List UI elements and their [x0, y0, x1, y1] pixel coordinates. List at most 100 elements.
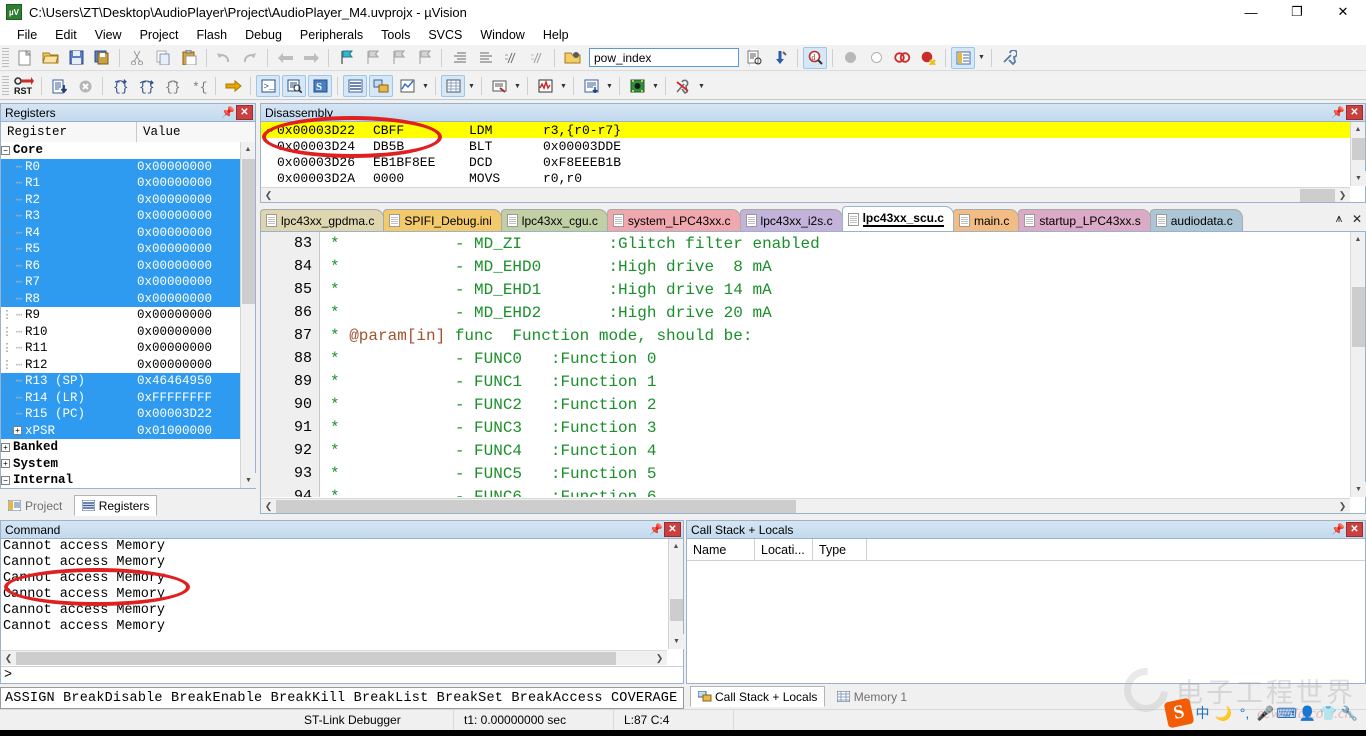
- paste-icon[interactable]: [177, 47, 201, 69]
- disassembly-row[interactable]: 0x00003D2A 0000 MOVS r0,r0: [261, 170, 1350, 186]
- menu-project[interactable]: Project: [131, 25, 188, 45]
- column-header-value[interactable]: Value: [137, 121, 255, 142]
- scrollbar-thumb[interactable]: [1352, 287, 1365, 347]
- close-icon[interactable]: ✕: [1348, 208, 1366, 230]
- scrollbar-thumb[interactable]: [1352, 138, 1365, 160]
- register-row[interactable]: ⋮ ⋯ R3 0x00000000: [1, 208, 240, 225]
- chevron-down-icon[interactable]: ▼: [466, 75, 477, 97]
- call-stack-window-icon[interactable]: [369, 75, 393, 97]
- register-row[interactable]: + System: [1, 456, 240, 473]
- scrollbar-thumb[interactable]: [276, 499, 796, 513]
- chevron-down-icon[interactable]: ▼: [604, 75, 615, 97]
- microphone-icon[interactable]: 🎤: [1255, 703, 1276, 724]
- copy-icon[interactable]: [151, 47, 175, 69]
- open-file-icon[interactable]: [38, 47, 62, 69]
- chevron-down-icon[interactable]: ▼: [420, 75, 431, 97]
- chevron-down-icon[interactable]: ▼: [976, 47, 987, 69]
- uncomment-icon[interactable]: [525, 47, 549, 69]
- editor-tab[interactable]: SPIFI_Debug.ini: [383, 209, 502, 231]
- user-icon[interactable]: 👤: [1297, 703, 1318, 724]
- editor-tab[interactable]: lpc43xx_i2s.c: [739, 209, 843, 231]
- disassembly-hscrollbar[interactable]: ❮ ❯: [261, 187, 1350, 202]
- scroll-right-icon[interactable]: ❯: [652, 651, 667, 666]
- register-row[interactable]: ⋮ ⋯ R6 0x00000000: [1, 257, 240, 274]
- chevron-down-icon[interactable]: ▼: [650, 75, 661, 97]
- tree-expander-icon[interactable]: +: [1, 459, 10, 469]
- menu-window[interactable]: Window: [471, 25, 533, 45]
- register-row[interactable]: ⋮ + xPSR 0x01000000: [1, 422, 240, 439]
- ime-toolbar[interactable]: S 中 🌙 °, 🎤 ⌨ 👤 👕 🔧: [1163, 697, 1360, 729]
- dock-tab-memory[interactable]: Memory 1: [829, 686, 915, 707]
- chevron-down-icon[interactable]: ▼: [512, 75, 523, 97]
- bookmark-clear-icon[interactable]: [412, 47, 436, 69]
- memory-window-icon[interactable]: [441, 75, 465, 97]
- open-project-icon[interactable]: [560, 47, 584, 69]
- register-row[interactable]: ⋮ ⋯ R12 0x00000000: [1, 357, 240, 374]
- code-line[interactable]: 83 * - MD_ZI :Glitch filter enabled: [261, 232, 1350, 255]
- new-file-icon[interactable]: [12, 47, 36, 69]
- step-out-icon[interactable]: {}: [160, 75, 184, 97]
- dock-tab-registers[interactable]: Registers: [73, 495, 158, 516]
- moon-icon[interactable]: 🌙: [1213, 703, 1234, 724]
- call-stack-grid[interactable]: Name Locati... Type: [686, 538, 1366, 684]
- chevron-down-icon[interactable]: ▼: [558, 75, 569, 97]
- disassembly-row[interactable]: ⇨ 0x00003D22 CBFF LDM r3,{r0-r7}: [261, 122, 1350, 138]
- scroll-left-icon[interactable]: ❮: [261, 188, 276, 203]
- register-row[interactable]: ⋮ ⋯ R9 0x00000000: [1, 307, 240, 324]
- bookmark-toggle-icon[interactable]: [334, 47, 358, 69]
- chevron-down-icon[interactable]: ▼: [696, 75, 707, 97]
- scroll-down-icon[interactable]: ▼: [1351, 482, 1366, 497]
- outdent-icon[interactable]: [473, 47, 497, 69]
- register-row[interactable]: ⋮ ⋯ R14 (LR) 0xFFFFFFFF: [1, 389, 240, 406]
- registers-rows[interactable]: − Core ⋮ ⋯ R0 0x00000000 ⋮ ⋯ R1 0x00000000 ⋮ ⋯ R2 0x0…: [1, 142, 240, 488]
- registers-window-icon[interactable]: [343, 75, 367, 97]
- find-in-files-icon[interactable]: [742, 47, 766, 69]
- column-header-register[interactable]: Register: [1, 121, 137, 142]
- command-vscrollbar[interactable]: ▲ ▼: [668, 539, 684, 649]
- scroll-down-icon[interactable]: ▼: [241, 473, 256, 488]
- column-header-location[interactable]: Locati...: [755, 539, 813, 560]
- close-icon[interactable]: ✕: [236, 105, 253, 120]
- scrollbar-thumb[interactable]: [1300, 188, 1335, 202]
- menu-flash[interactable]: Flash: [187, 25, 236, 45]
- pin-icon[interactable]: 📌: [1330, 105, 1346, 121]
- command-output-lines[interactable]: Cannot access Memory Cannot access Memory…: [1, 539, 667, 649]
- comment-icon[interactable]: [499, 47, 523, 69]
- disassembly-vscrollbar[interactable]: ▲ ▼: [1350, 122, 1366, 186]
- register-row[interactable]: − Internal: [1, 472, 240, 488]
- bookmark-next-icon[interactable]: [386, 47, 410, 69]
- scrollbar-thumb[interactable]: [242, 159, 255, 304]
- menu-help[interactable]: Help: [534, 25, 578, 45]
- register-row[interactable]: ⋮ ⋯ R4 0x00000000: [1, 224, 240, 241]
- scroll-down-icon[interactable]: ▼: [669, 634, 684, 649]
- dock-tab-call-stack[interactable]: Call Stack + Locals: [690, 686, 826, 707]
- chinese-mode-icon[interactable]: 中: [1192, 703, 1213, 724]
- settings-icon[interactable]: 🔧: [1339, 703, 1360, 724]
- code-editor[interactable]: 83 * - MD_ZI :Glitch filter enabled 84 * - …: [260, 232, 1366, 514]
- tree-expander-icon[interactable]: +: [1, 442, 10, 452]
- manage-components-icon[interactable]: [951, 46, 975, 69]
- indent-icon[interactable]: [447, 47, 471, 69]
- serial-window-icon[interactable]: [487, 75, 511, 97]
- scrollbar-thumb[interactable]: [670, 599, 683, 621]
- editor-hscrollbar[interactable]: ❮ ❯: [261, 498, 1350, 513]
- tree-expander-icon[interactable]: −: [1, 145, 10, 155]
- skin-icon[interactable]: 👕: [1318, 703, 1339, 724]
- register-row[interactable]: ⋮ ⋯ R13 (SP) 0x46464950: [1, 373, 240, 390]
- disassembly-window-icon[interactable]: [282, 75, 306, 97]
- register-row[interactable]: ⋮ ⋯ R7 0x00000000: [1, 274, 240, 291]
- breakpoint-disable-icon[interactable]: [864, 47, 888, 69]
- navigate-back-icon[interactable]: [273, 47, 297, 69]
- search-combo[interactable]: ▼: [589, 48, 757, 67]
- register-row[interactable]: ⋮ ⋯ R10 0x00000000: [1, 324, 240, 341]
- menu-file[interactable]: File: [8, 25, 46, 45]
- code-line[interactable]: 87 * @param[in] func Function mode, shoul…: [261, 324, 1350, 347]
- stop-icon[interactable]: [73, 75, 97, 97]
- menu-edit[interactable]: Edit: [46, 25, 86, 45]
- menu-tools[interactable]: Tools: [372, 25, 419, 45]
- register-row[interactable]: ⋮ ⋯ R1 0x00000000: [1, 175, 240, 192]
- disassembly-row[interactable]: 0x00003D24 DB5B BLT 0x00003DDE: [261, 138, 1350, 154]
- command-hscrollbar[interactable]: ❮ ❯: [1, 650, 667, 665]
- cut-icon[interactable]: [125, 47, 149, 69]
- menu-debug[interactable]: Debug: [236, 25, 291, 45]
